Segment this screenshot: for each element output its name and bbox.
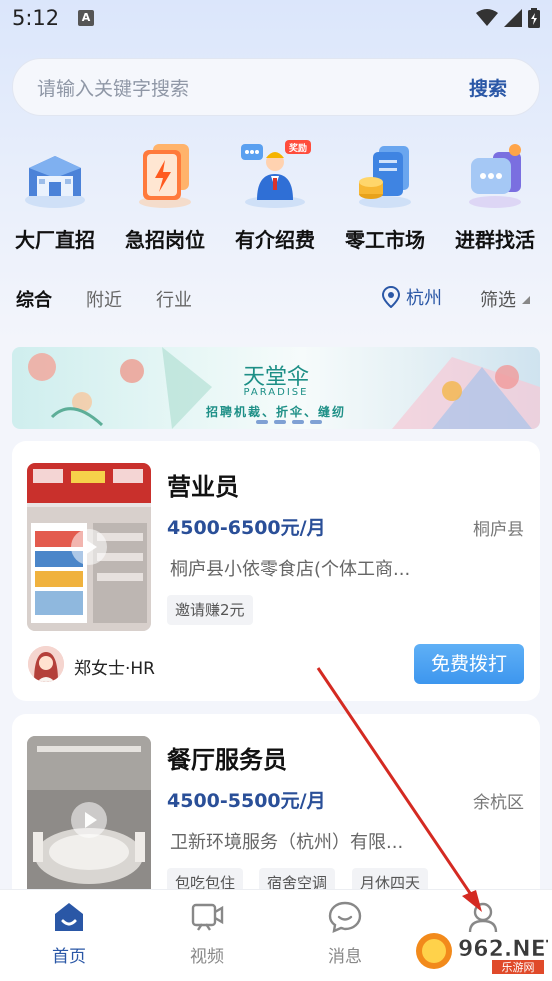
banner-subtitle: 招聘机裁、折伞、缝纫 bbox=[205, 405, 346, 419]
avatar bbox=[28, 646, 64, 682]
banner-dot[interactable] bbox=[310, 420, 322, 424]
nav-video[interactable]: 视频 bbox=[138, 900, 276, 967]
tab-industry[interactable]: 行业 bbox=[156, 286, 192, 312]
search-input[interactable]: 请输入关键字搜索 bbox=[37, 74, 189, 101]
promo-banner[interactable]: 天堂伞 PARADISE 招聘机裁、折伞、缝纫 bbox=[12, 347, 540, 429]
banner-dot[interactable] bbox=[256, 420, 268, 424]
banner-dot[interactable] bbox=[274, 420, 286, 424]
watermark-brand: 962.NET bbox=[458, 937, 548, 962]
job-video-thumbnail[interactable] bbox=[27, 463, 151, 631]
hr-name: 郑女士·HR bbox=[74, 659, 155, 679]
category-label: 零工市场 bbox=[345, 228, 425, 252]
job-region: 余杭区 bbox=[473, 793, 524, 813]
group-chat-icon bbox=[459, 138, 531, 210]
nav-label: 首页 bbox=[52, 947, 86, 967]
tab-comprehensive[interactable]: 综合 bbox=[16, 286, 52, 312]
banner-subtitle-en: PARADISE bbox=[243, 387, 309, 398]
notification-icon: A bbox=[78, 10, 94, 26]
gig-coins-icon bbox=[349, 138, 421, 210]
filter-triangle-icon bbox=[522, 296, 530, 304]
category-gig-market[interactable]: 零工市场 bbox=[330, 138, 440, 253]
status-time: 5:12 bbox=[12, 6, 60, 30]
factory-building-icon bbox=[19, 138, 91, 210]
free-call-button[interactable]: 免费拨打 bbox=[414, 644, 524, 684]
job-video-thumbnail[interactable] bbox=[27, 736, 151, 904]
banner-pagination bbox=[256, 420, 322, 424]
home-icon bbox=[52, 900, 86, 934]
job-tag: 邀请赚2元 bbox=[167, 595, 253, 625]
search-bar[interactable]: 请输入关键字搜索 搜索 bbox=[12, 58, 540, 116]
category-badge: 奖励 bbox=[289, 142, 307, 154]
nav-label: 消息 bbox=[328, 947, 362, 967]
category-urgent[interactable]: 急招岗位 bbox=[110, 138, 220, 253]
job-region: 桐庐县 bbox=[473, 520, 524, 540]
battery-icon bbox=[528, 8, 540, 28]
referral-person-icon: 奖励 bbox=[239, 138, 311, 210]
signal-icon bbox=[504, 9, 522, 27]
filter-button[interactable]: 筛选 bbox=[480, 286, 530, 312]
category-label: 有介绍费 bbox=[235, 228, 315, 252]
watermark-logo: 962.NET 乐游网 bbox=[414, 926, 552, 976]
message-icon bbox=[328, 900, 362, 934]
filter-row: 综合 附近 行业 杭州 筛选 bbox=[0, 282, 552, 318]
banner-dot[interactable] bbox=[292, 420, 304, 424]
category-label: 大厂直招 bbox=[15, 228, 95, 252]
tab-nearby[interactable]: 附近 bbox=[86, 286, 122, 312]
job-card[interactable]: 餐厅服务员 4500-5500元/月 余杭区 卫新环境服务（杭州）有限... 包… bbox=[12, 714, 540, 914]
watermark-site: 乐游网 bbox=[502, 961, 535, 974]
job-title: 营业员 bbox=[167, 473, 239, 501]
nav-messages[interactable]: 消息 bbox=[276, 900, 414, 967]
wifi-icon bbox=[476, 9, 498, 26]
category-referral[interactable]: 奖励 有介绍费 bbox=[220, 138, 330, 253]
location-text: 杭州 bbox=[406, 288, 442, 309]
job-salary: 4500-6500元/月 bbox=[167, 517, 326, 539]
location-pin-icon bbox=[382, 286, 400, 308]
status-bar: 5:12 A bbox=[0, 0, 552, 40]
video-icon bbox=[190, 900, 224, 934]
play-icon[interactable] bbox=[71, 529, 107, 565]
play-icon[interactable] bbox=[71, 802, 107, 838]
category-join-group[interactable]: 进群找活 bbox=[440, 138, 550, 253]
job-card[interactable]: 营业员 4500-6500元/月 桐庐县 桐庐县小依零食店(个体工商... 邀请… bbox=[12, 441, 540, 701]
category-grid: 大厂直招 急招岗位 奖励 有介绍费 零工市场 进群找活 bbox=[0, 138, 552, 258]
nav-home[interactable]: 首页 bbox=[0, 900, 138, 967]
nav-label: 视频 bbox=[190, 947, 224, 967]
category-label: 急招岗位 bbox=[125, 228, 205, 252]
search-button[interactable]: 搜索 bbox=[469, 74, 507, 101]
filter-label: 筛选 bbox=[480, 290, 516, 311]
urgent-lightning-icon bbox=[129, 138, 201, 210]
category-big-factory[interactable]: 大厂直招 bbox=[0, 138, 110, 253]
category-label: 进群找活 bbox=[455, 228, 535, 252]
location-selector[interactable]: 杭州 bbox=[382, 284, 442, 310]
job-company: 桐庐县小依零食店(个体工商... bbox=[170, 559, 411, 580]
job-title: 餐厅服务员 bbox=[167, 746, 287, 774]
job-company: 卫新环境服务（杭州）有限... bbox=[170, 832, 404, 853]
status-icons bbox=[476, 8, 540, 28]
job-salary: 4500-5500元/月 bbox=[167, 790, 326, 812]
